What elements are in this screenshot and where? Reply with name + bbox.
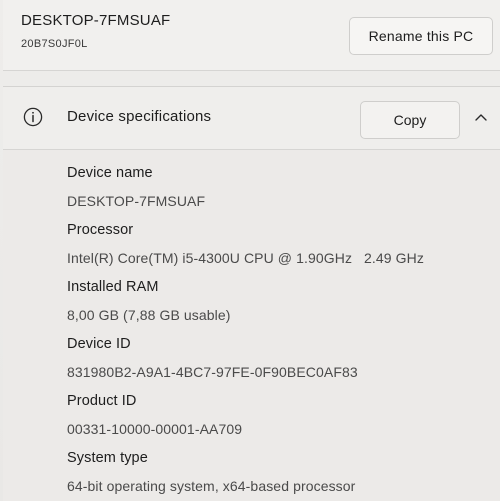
chevron-up-icon[interactable] [473,111,489,123]
copy-button[interactable]: Copy [360,101,460,139]
spec-value: 64-bit operating system, x64-based proce… [67,478,356,494]
spec-value: Intel(R) Core(TM) i5-4300U CPU @ 1.90GHz… [67,250,424,266]
spec-label: Processor [67,222,134,238]
spec-label: System type [67,450,148,466]
pc-model: 20B7S0JF0L [21,38,88,50]
pc-name: DESKTOP-7FMSUAF [21,12,171,29]
spec-value: 831980B2-A9A1-4BC7-97FE-0F90BEC0AF83 [67,364,358,380]
spec-label: Product ID [67,393,137,409]
device-specifications-header[interactable]: Device specifications Copy [3,87,500,150]
rename-pc-button[interactable]: Rename this PC [349,17,493,55]
spec-label: Device ID [67,336,131,352]
spec-value: 00331-10000-00001-AA709 [67,421,243,437]
spec-value: DESKTOP-7FMSUAF [67,193,206,209]
section-title: Device specifications [67,108,212,125]
settings-about-page: DESKTOP-7FMSUAF 20B7S0JF0L Rename this P… [0,0,500,501]
spec-label: Installed RAM [67,279,159,295]
device-specifications-card: Device specifications Copy Device name D… [3,86,500,501]
info-icon [23,107,43,127]
spec-label: Device name [67,165,153,181]
pc-name-card: DESKTOP-7FMSUAF 20B7S0JF0L Rename this P… [3,0,500,71]
spec-value: 8,00 GB (7,88 GB usable) [67,307,231,323]
